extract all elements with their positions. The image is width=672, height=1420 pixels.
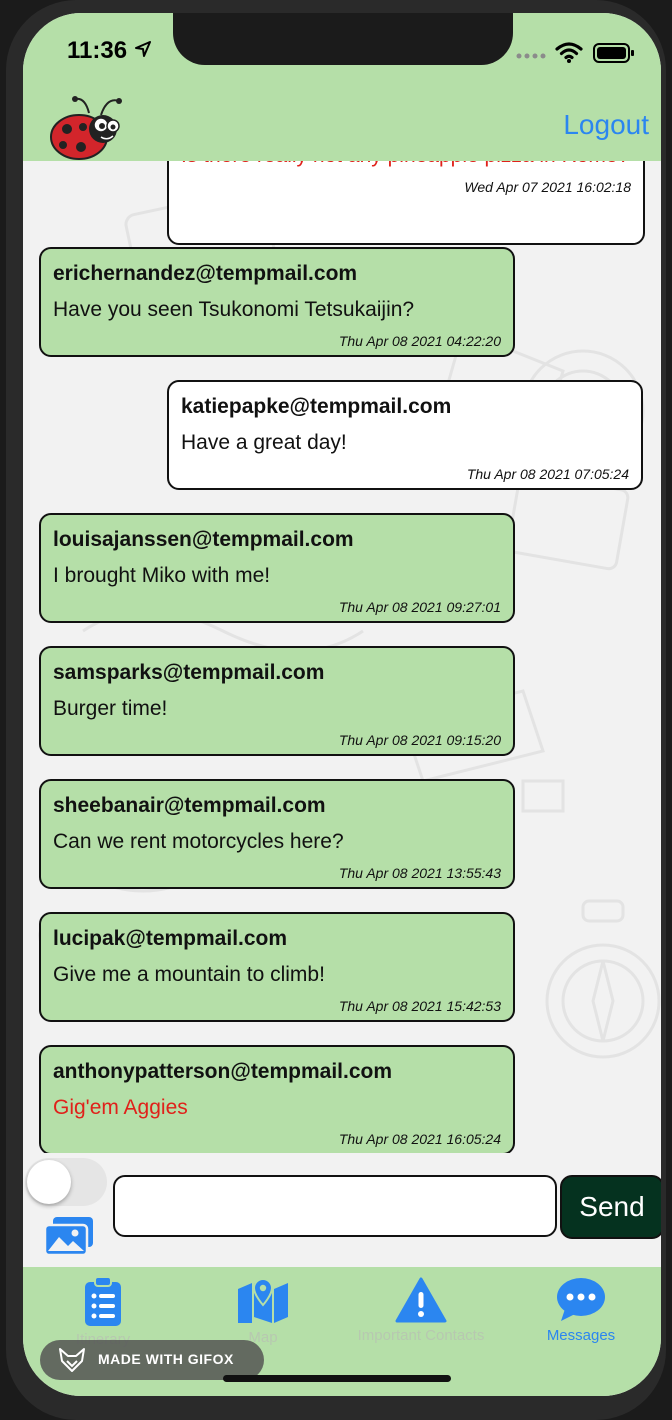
tab-itinerary[interactable]: Itinerary	[23, 1277, 183, 1348]
toggle-switch[interactable]	[25, 1158, 107, 1206]
device-notch	[173, 13, 513, 65]
message-body: Is there really not any pineapple pizza …	[181, 161, 631, 169]
message-sender: samsparks@tempmail.com	[53, 661, 325, 684]
message-body: Have you seen Tsukonomi Tetsukaijin?	[53, 298, 415, 321]
message-timestamp: Thu Apr 08 2021 09:15:20	[338, 732, 501, 748]
message-sender: louisajanssen@tempmail.com	[53, 528, 354, 551]
message-bubble[interactable]: sheebanair@tempmail.com Can we rent motor…	[39, 779, 515, 889]
message-timestamp: Thu Apr 08 2021 07:05:24	[466, 466, 629, 482]
image-gallery-icon[interactable]	[43, 1217, 95, 1257]
tab-label: Messages	[546, 1327, 616, 1344]
location-arrow-icon	[135, 41, 151, 57]
message-composer: Send	[23, 1153, 661, 1267]
app-header: Logout	[23, 91, 661, 161]
message-timestamp: Thu Apr 08 2021 15:42:53	[338, 998, 501, 1014]
message-bubble[interactable]: lucipak@tempmail.com Give me a mountain t…	[39, 912, 515, 1022]
message-body: Gig'em Aggies	[53, 1096, 188, 1119]
message-timestamp: Thu Apr 08 2021 13:55:43	[338, 865, 501, 881]
message-body: I brought Miko with me!	[53, 564, 271, 587]
chat-bubble-icon	[557, 1278, 605, 1321]
cellular-signal-icon	[516, 53, 546, 59]
message-body: Burger time!	[53, 697, 168, 720]
ladybug-logo-icon	[50, 96, 122, 160]
message-bubble[interactable]: anthonypatterson@tempmail.com Gig'em Aggi…	[39, 1045, 515, 1153]
message-list[interactable]: Is there really not any pineapple pizza …	[23, 161, 661, 1153]
message-body: Give me a mountain to climb!	[53, 963, 325, 986]
message-bubble[interactable]: samsparks@tempmail.com Burger time! Thu Ap…	[39, 646, 515, 756]
tab-label: Important Contacts	[357, 1327, 485, 1344]
gifox-watermark-badge: MADE WITH GIFOX	[40, 1340, 264, 1380]
message-body: Have a great day!	[181, 431, 347, 454]
app-screen: 11:36 Logout Wed Apr 07 2021 16:02:18 er…	[23, 13, 661, 1396]
message-sender: katiepapke@tempmail.com	[181, 395, 452, 418]
battery-icon	[593, 43, 634, 63]
tab-map[interactable]: Map	[183, 1277, 343, 1346]
message-bubble[interactable]: louisajanssen@tempmail.com I brought Miko…	[39, 513, 515, 623]
tab-messages[interactable]: Messages	[501, 1277, 661, 1344]
message-sender: lucipak@tempmail.com	[53, 927, 288, 950]
warning-icon	[395, 1277, 447, 1323]
message-timestamp: Thu Apr 08 2021 16:05:24	[338, 1131, 501, 1147]
device-frame: 11:36 Logout Wed Apr 07 2021 16:02:18 er…	[6, 0, 666, 1420]
map-pin-icon	[238, 1277, 288, 1323]
message-input[interactable]	[113, 1175, 557, 1237]
fox-logo-icon	[59, 1348, 85, 1372]
message-sender: sheebanair@tempmail.com	[53, 794, 326, 817]
toggle-knob	[27, 1160, 71, 1204]
status-time: 11:36	[67, 37, 128, 64]
message-timestamp: Wed Apr 07 2021 16:02:18	[464, 179, 631, 195]
message-sender: erichernandez@tempmail.com	[53, 262, 358, 285]
message-body: Can we rent motorcycles here?	[53, 830, 344, 853]
logout-button[interactable]: Logout	[563, 109, 649, 141]
message-bubble[interactable]: Is there really not any pineapple pizza …	[167, 161, 645, 245]
message-timestamp: Thu Apr 08 2021 09:27:01	[338, 599, 501, 615]
tab-important-contacts[interactable]: Important Contacts	[341, 1277, 501, 1344]
send-button[interactable]: Send	[560, 1175, 661, 1239]
message-timestamp: Thu Apr 08 2021 04:22:20	[338, 333, 501, 349]
wifi-icon	[555, 42, 583, 63]
clipboard-list-icon	[85, 1277, 121, 1326]
message-sender: anthonypatterson@tempmail.com	[53, 1060, 393, 1083]
message-bubble[interactable]: katiepapke@tempmail.com Have a great day!…	[167, 380, 643, 490]
watermark-text: MADE WITH GIFOX	[98, 1351, 234, 1367]
message-bubble[interactable]: erichernandez@tempmail.com Have you seen …	[39, 247, 515, 357]
home-indicator[interactable]	[223, 1375, 451, 1382]
status-bar: 11:36	[23, 13, 661, 91]
